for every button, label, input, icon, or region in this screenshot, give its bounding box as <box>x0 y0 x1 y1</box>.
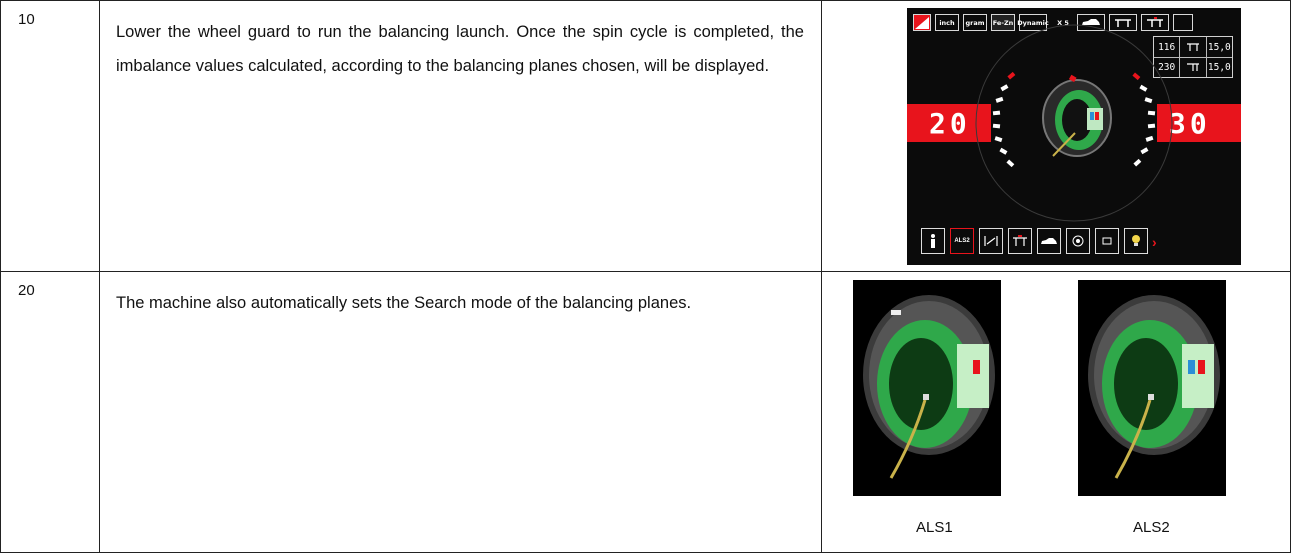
step-description: The machine also automatically sets the … <box>99 271 822 553</box>
step-description: Lower the wheel guard to run the balanci… <box>99 0 822 272</box>
wheel-als1-image <box>853 280 1001 496</box>
vehicle-icon[interactable] <box>1037 228 1061 254</box>
operator-icon[interactable] <box>921 228 945 254</box>
image-caption: ALS2 <box>1133 519 1170 536</box>
optimization-icon[interactable] <box>1095 228 1119 254</box>
table-row: 20 The machine also automatically sets t… <box>0 271 1291 553</box>
wheel-als2-icon <box>1088 295 1220 479</box>
step-media: ALS1 ALS2 <box>821 271 1291 553</box>
step-number: 10 <box>0 0 100 272</box>
balancer-screen: inch gram Fe-Zn Dynamic X 5 116 15,0 230… <box>907 8 1241 265</box>
wheel-als1-icon <box>863 295 995 479</box>
image-caption: ALS1 <box>916 519 953 536</box>
table-row: 10 Lower the wheel guard to run the bala… <box>0 0 1291 272</box>
left-position-indicator <box>992 71 1016 168</box>
procedure-table: 10 Lower the wheel guard to run the bala… <box>0 0 1291 553</box>
wheel-display <box>975 24 1173 222</box>
als-mode-button[interactable]: ALS2 <box>950 228 974 254</box>
light-bulb-icon[interactable] <box>1124 228 1148 254</box>
right-position-indicator <box>1132 72 1156 167</box>
wheel-icon[interactable] <box>1066 228 1090 254</box>
caliper-button-icon[interactable] <box>1008 228 1032 254</box>
step-media: inch gram Fe-Zn Dynamic X 5 116 15,0 230… <box>821 0 1291 272</box>
planes-icon[interactable] <box>979 228 1003 254</box>
wheel-als2-image <box>1078 280 1226 496</box>
next-arrow-icon[interactable]: › <box>1152 234 1157 250</box>
step-number: 20 <box>0 271 100 553</box>
